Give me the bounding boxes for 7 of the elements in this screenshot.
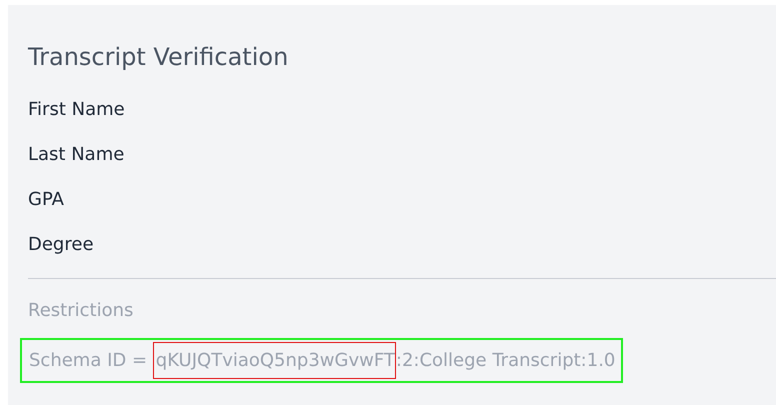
attribute-label: First Name: [28, 98, 125, 120]
schema-id: qKUJQTviaoQ5np3wGvwFT: [152, 342, 396, 379]
attribute-label: Last Name: [28, 144, 124, 165]
section-title: Transcript Verification: [28, 43, 290, 72]
attribute-label: GPA: [28, 188, 64, 210]
attribute-label: Degree: [28, 234, 94, 255]
restrictions-heading: Restrictions: [28, 298, 134, 323]
